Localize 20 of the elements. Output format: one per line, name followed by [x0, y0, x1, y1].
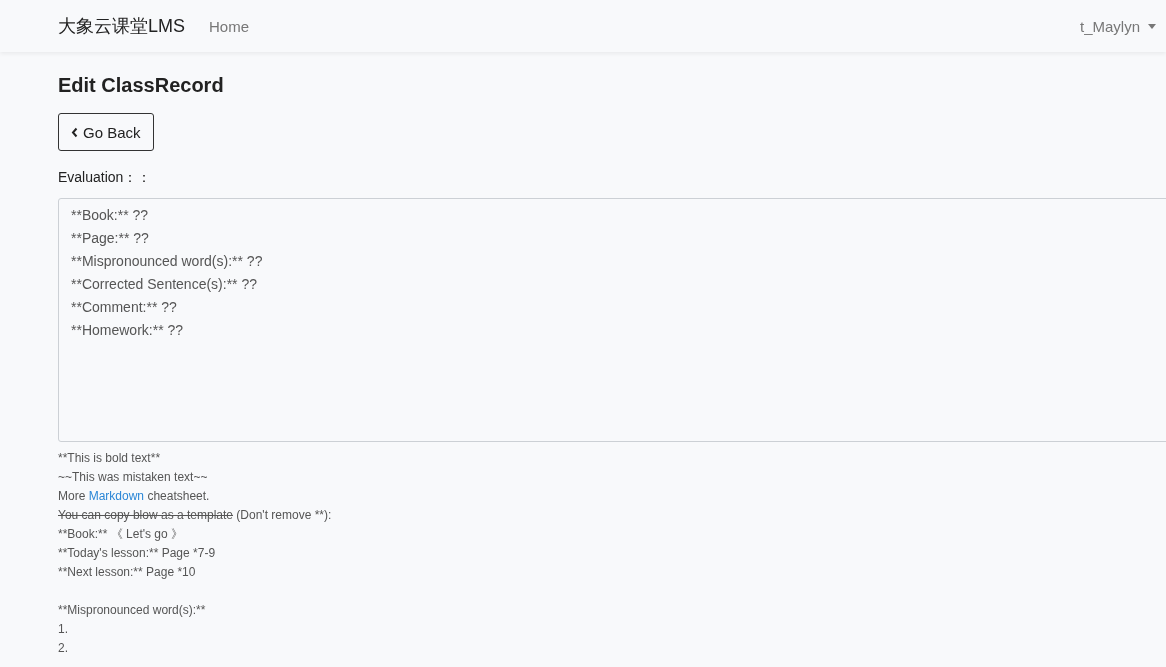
chevron-left-icon: [71, 126, 78, 138]
user-menu-button[interactable]: t_Maylyn: [1079, 17, 1156, 35]
go-back-button[interactable]: Go Back: [58, 113, 154, 151]
caret-icon: [1148, 23, 1156, 29]
help-text: More Markdown cheatsheet.: [58, 489, 210, 503]
field-label: Evaluation：：: [58, 169, 153, 187]
nav-link[interactable]: Home: [209, 17, 250, 35]
brand-name[interactable]: 大象云课堂LMS: [58, 14, 185, 38]
page-title: Edit ClassRecord: [58, 74, 225, 97]
help-text: 1.: [58, 622, 68, 636]
help-text: **Next lesson:** Page *10: [58, 565, 196, 579]
help-text: **Today's lesson:** Page *7-9: [58, 546, 216, 560]
help-text: **Book:** 《 Let's go 》: [58, 527, 184, 541]
help-text: You can copy blow as a template (Don't remove **):: [58, 508, 332, 522]
markdown-link[interactable]: Markdown: [88, 489, 145, 503]
help-text: **Mispronounced word(s):**: [58, 603, 206, 617]
evaluation-field[interactable]: **Book:** ?? **Page:** ?? **Mispronounced word(s):** ?? **Corrected Sentence(s):** ?? **Comment:** ?? **Homework:** ??: [58, 198, 1166, 442]
help-text: **This is bold text**: [58, 451, 161, 465]
help-text: 2.: [58, 641, 68, 655]
help-text: ~~This was mistaken text~~: [58, 470, 208, 484]
